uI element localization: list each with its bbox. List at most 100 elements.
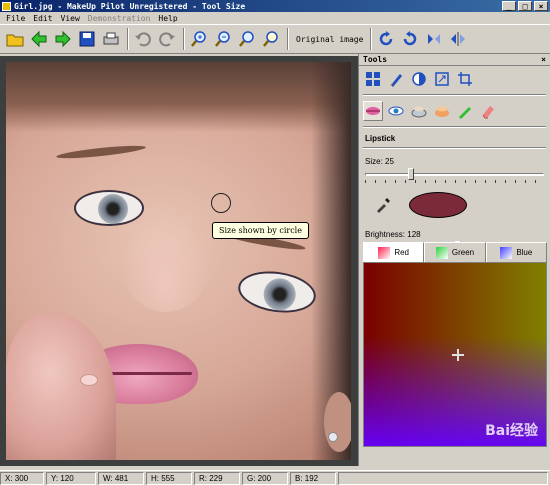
status-x: X: 300 bbox=[0, 471, 44, 485]
red-swatch-icon bbox=[378, 246, 391, 259]
watermark: Bai经验 bbox=[485, 423, 538, 439]
tools-row-1 bbox=[359, 66, 550, 92]
right-eye bbox=[235, 266, 319, 318]
tools-title: Tools bbox=[363, 55, 388, 64]
eyedropper-icon[interactable] bbox=[375, 197, 391, 213]
contrast-icon bbox=[412, 72, 426, 86]
title-bar: Girl.jpg - MakeUp Pilot Unregistered - T… bbox=[0, 0, 550, 12]
redo-icon bbox=[159, 32, 175, 47]
forward-button[interactable] bbox=[52, 28, 74, 50]
save-button[interactable] bbox=[76, 28, 98, 50]
hand bbox=[6, 312, 116, 460]
brightness-label: Brightness: 128 bbox=[365, 230, 421, 239]
divider bbox=[363, 147, 546, 149]
tools-header: Tools × bbox=[359, 54, 550, 66]
lipstick-tool-button[interactable] bbox=[363, 101, 383, 121]
color-tabs: Red Green Blue bbox=[363, 242, 547, 262]
left-eye bbox=[74, 190, 144, 226]
divider bbox=[363, 126, 546, 128]
redo-button[interactable] bbox=[156, 28, 178, 50]
divider bbox=[363, 94, 546, 96]
zoom-in-icon bbox=[191, 31, 206, 47]
zoom-out-icon bbox=[215, 31, 230, 47]
contrast-tool-button[interactable] bbox=[409, 69, 429, 89]
close-button[interactable]: × bbox=[534, 1, 548, 11]
earring bbox=[328, 432, 338, 442]
status-spacer bbox=[338, 471, 548, 485]
menu-file[interactable]: File bbox=[6, 14, 25, 23]
tools-row-2 bbox=[359, 98, 550, 124]
image-canvas[interactable]: Size shown by circle bbox=[0, 56, 358, 466]
tab-green-label: Green bbox=[451, 248, 475, 257]
tools-close-button[interactable]: × bbox=[541, 55, 546, 64]
size-slider-thumb[interactable] bbox=[407, 168, 414, 180]
nose bbox=[121, 212, 211, 312]
resize-tool-button[interactable] bbox=[432, 69, 452, 89]
crop-icon bbox=[458, 72, 472, 86]
zoom-fit-button[interactable] bbox=[236, 28, 258, 50]
status-h: H: 555 bbox=[146, 471, 192, 485]
size-label: Size: 25 bbox=[365, 157, 394, 166]
original-image-button[interactable]: Original image bbox=[292, 35, 367, 44]
rotate-left-icon bbox=[404, 31, 417, 46]
status-g: G: 200 bbox=[242, 471, 288, 485]
zoom-actual-icon bbox=[263, 31, 278, 47]
undo-icon bbox=[135, 32, 151, 47]
tools-panel: Tools × Lipstick Size: 25 Brightness: 12… bbox=[358, 54, 550, 466]
zoom-out-button[interactable] bbox=[212, 28, 234, 50]
color-picker-crosshair[interactable] bbox=[452, 349, 464, 361]
resize-icon bbox=[435, 72, 449, 86]
minimize-button[interactable]: _ bbox=[502, 1, 516, 11]
lipstick-color-swatch[interactable] bbox=[409, 192, 467, 218]
menu-view[interactable]: View bbox=[61, 14, 80, 23]
eye-icon bbox=[388, 106, 404, 116]
back-button[interactable] bbox=[28, 28, 50, 50]
undo-button[interactable] bbox=[132, 28, 154, 50]
rotate-right-button[interactable] bbox=[375, 28, 397, 50]
toolbar-separator bbox=[287, 28, 289, 50]
face-photo[interactable]: Size shown by circle bbox=[6, 62, 351, 460]
menu-help[interactable]: Help bbox=[158, 14, 177, 23]
grid-tool-button[interactable] bbox=[363, 69, 383, 89]
blush-tool-button[interactable] bbox=[432, 101, 452, 121]
toolbar-separator bbox=[370, 28, 373, 50]
blue-swatch-icon bbox=[500, 246, 513, 259]
powder-tool-button[interactable] bbox=[409, 101, 429, 121]
rotate-left-button[interactable] bbox=[399, 28, 421, 50]
flip-horizontal-icon bbox=[451, 32, 466, 46]
color-picker-gradient[interactable]: Bai经验 bbox=[363, 262, 547, 447]
print-button[interactable] bbox=[100, 28, 122, 50]
toolbar: Original image bbox=[0, 24, 550, 54]
save-icon bbox=[79, 31, 95, 47]
tab-blue[interactable]: Blue bbox=[485, 242, 547, 262]
maximize-button[interactable]: □ bbox=[518, 1, 532, 11]
tab-red[interactable]: Red bbox=[363, 242, 425, 262]
pencil-tool-button[interactable] bbox=[455, 101, 475, 121]
crop-tool-button[interactable] bbox=[455, 69, 475, 89]
menu-edit[interactable]: Edit bbox=[33, 14, 52, 23]
open-button[interactable] bbox=[4, 28, 26, 50]
eraser-tool-button[interactable] bbox=[478, 101, 498, 121]
zoom-actual-button[interactable] bbox=[260, 28, 282, 50]
pencil-icon bbox=[459, 107, 471, 119]
flip-vertical-button[interactable] bbox=[423, 28, 445, 50]
tab-red-label: Red bbox=[394, 248, 409, 257]
status-y: Y: 120 bbox=[46, 471, 96, 485]
eye-tool-button[interactable] bbox=[386, 101, 406, 121]
brush-tool-button[interactable] bbox=[386, 69, 406, 89]
toolbar-separator bbox=[183, 28, 185, 50]
size-slider[interactable] bbox=[365, 168, 544, 183]
flip-vertical-icon bbox=[428, 34, 441, 44]
zoom-in-button[interactable] bbox=[188, 28, 210, 50]
tab-blue-label: Blue bbox=[516, 248, 533, 257]
menu-bar: File Edit View Demonstration Help bbox=[0, 12, 550, 24]
brush-size-cursor bbox=[211, 193, 231, 213]
flip-horizontal-button[interactable] bbox=[447, 28, 469, 50]
open-icon bbox=[6, 34, 24, 47]
menu-demonstration[interactable]: Demonstration bbox=[88, 14, 151, 23]
status-bar: X: 300 Y: 120 W: 481 H: 555 R: 229 G: 20… bbox=[0, 470, 550, 485]
tab-green[interactable]: Green bbox=[424, 242, 486, 262]
grid-icon bbox=[366, 72, 380, 86]
print-icon bbox=[103, 32, 119, 45]
back-icon bbox=[31, 30, 47, 48]
